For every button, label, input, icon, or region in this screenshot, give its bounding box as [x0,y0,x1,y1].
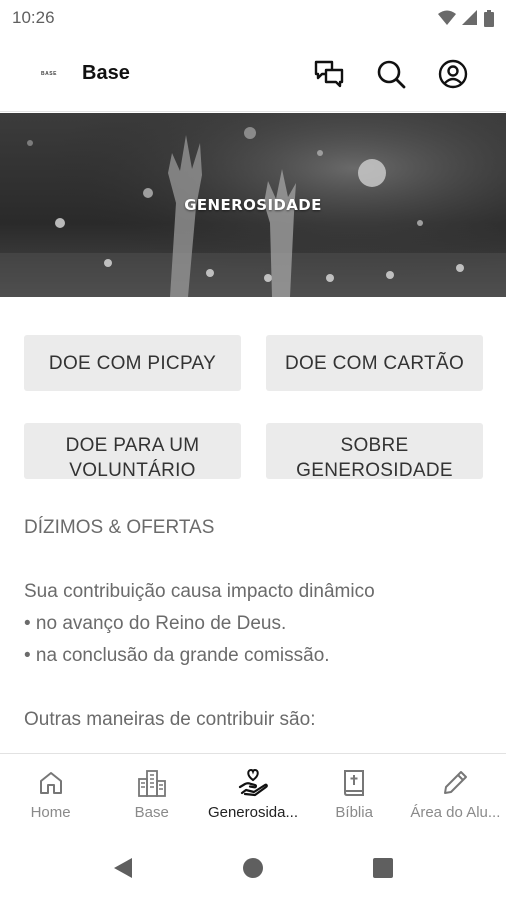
page-title: Base [82,62,130,84]
search-button[interactable] [370,53,412,95]
nav-label: Generosida... [207,804,298,821]
button-label-line2: GENEROSIDADE [296,460,453,479]
nav-label: Bíblia [335,804,373,821]
button-label-line1: SOBRE [340,435,409,456]
nav-item-area-aluno[interactable]: Área do Alu... [405,754,506,835]
nav-item-biblia[interactable]: Bíblia [304,754,405,835]
bottom-navigation: Home Base Generosida... Bíblia Área do A… [0,753,506,835]
wifi-icon [438,10,456,25]
nav-item-base[interactable]: Base [101,754,202,835]
bullet-item: • na conclusão da grande comissão. [24,645,330,666]
button-label-line2: VOLUNTÁRIO [69,460,196,479]
intro-text: Sua contribuição causa impacto dinâmico [24,581,375,602]
status-bar: 10:26 [0,0,506,36]
back-button[interactable] [108,853,138,883]
status-icons [438,9,494,27]
signal-icon [462,10,477,25]
bullet-item: • no avanço do Reino de Deus. [24,613,287,634]
nav-label: Home [30,804,71,821]
account-icon [438,59,468,88]
button-label: DOE COM PICPAY [48,352,217,374]
button-label: DOE COM CARTÃO [284,352,465,374]
app-logo: BASE [41,70,57,77]
section-title: DÍZIMOS & OFERTAS [24,517,215,538]
back-triangle-icon [114,857,132,878]
button-label-line1: DOE PARA UM [65,435,200,456]
content-section: DÍZIMOS & OFERTAS Sua contribuição causa… [24,512,484,736]
system-navigation-bar [0,835,506,900]
nav-label: Base [134,804,169,821]
recents-button[interactable] [368,853,398,883]
chat-icon [314,60,344,87]
home-system-button[interactable] [238,853,268,883]
bible-icon [344,770,365,796]
hero-banner: GENEROSIDADE [0,113,506,297]
nav-item-generosidade[interactable]: Generosida... [202,754,303,835]
chat-button[interactable] [308,53,350,95]
giving-hand-heart-icon [238,769,268,797]
hero-title: GENEROSIDADE [184,196,322,214]
nav-item-home[interactable]: Home [0,754,101,835]
search-icon [377,60,406,88]
home-icon [39,772,62,794]
pencil-icon [444,771,468,794]
doe-para-voluntario-button[interactable]: DOE PARA UM VOLUNTÁRIO [24,423,241,479]
home-circle-icon [243,857,263,878]
sobre-generosidade-button[interactable]: SOBRE GENEROSIDADE [266,423,483,479]
recents-square-icon [373,857,393,878]
status-time: 10:26 [12,8,55,27]
doe-com-cartao-button[interactable]: DOE COM CARTÃO [266,335,483,391]
other-ways-text: Outras maneiras de contribuir são: [24,709,316,730]
account-button[interactable] [432,53,474,95]
app-bar: BASE Base [0,36,506,112]
city-icon [137,770,166,797]
app-actions [308,53,506,95]
doe-com-picpay-button[interactable]: DOE COM PICPAY [24,335,241,391]
battery-icon [484,9,494,27]
nav-label: Área do Alu... [410,804,501,821]
